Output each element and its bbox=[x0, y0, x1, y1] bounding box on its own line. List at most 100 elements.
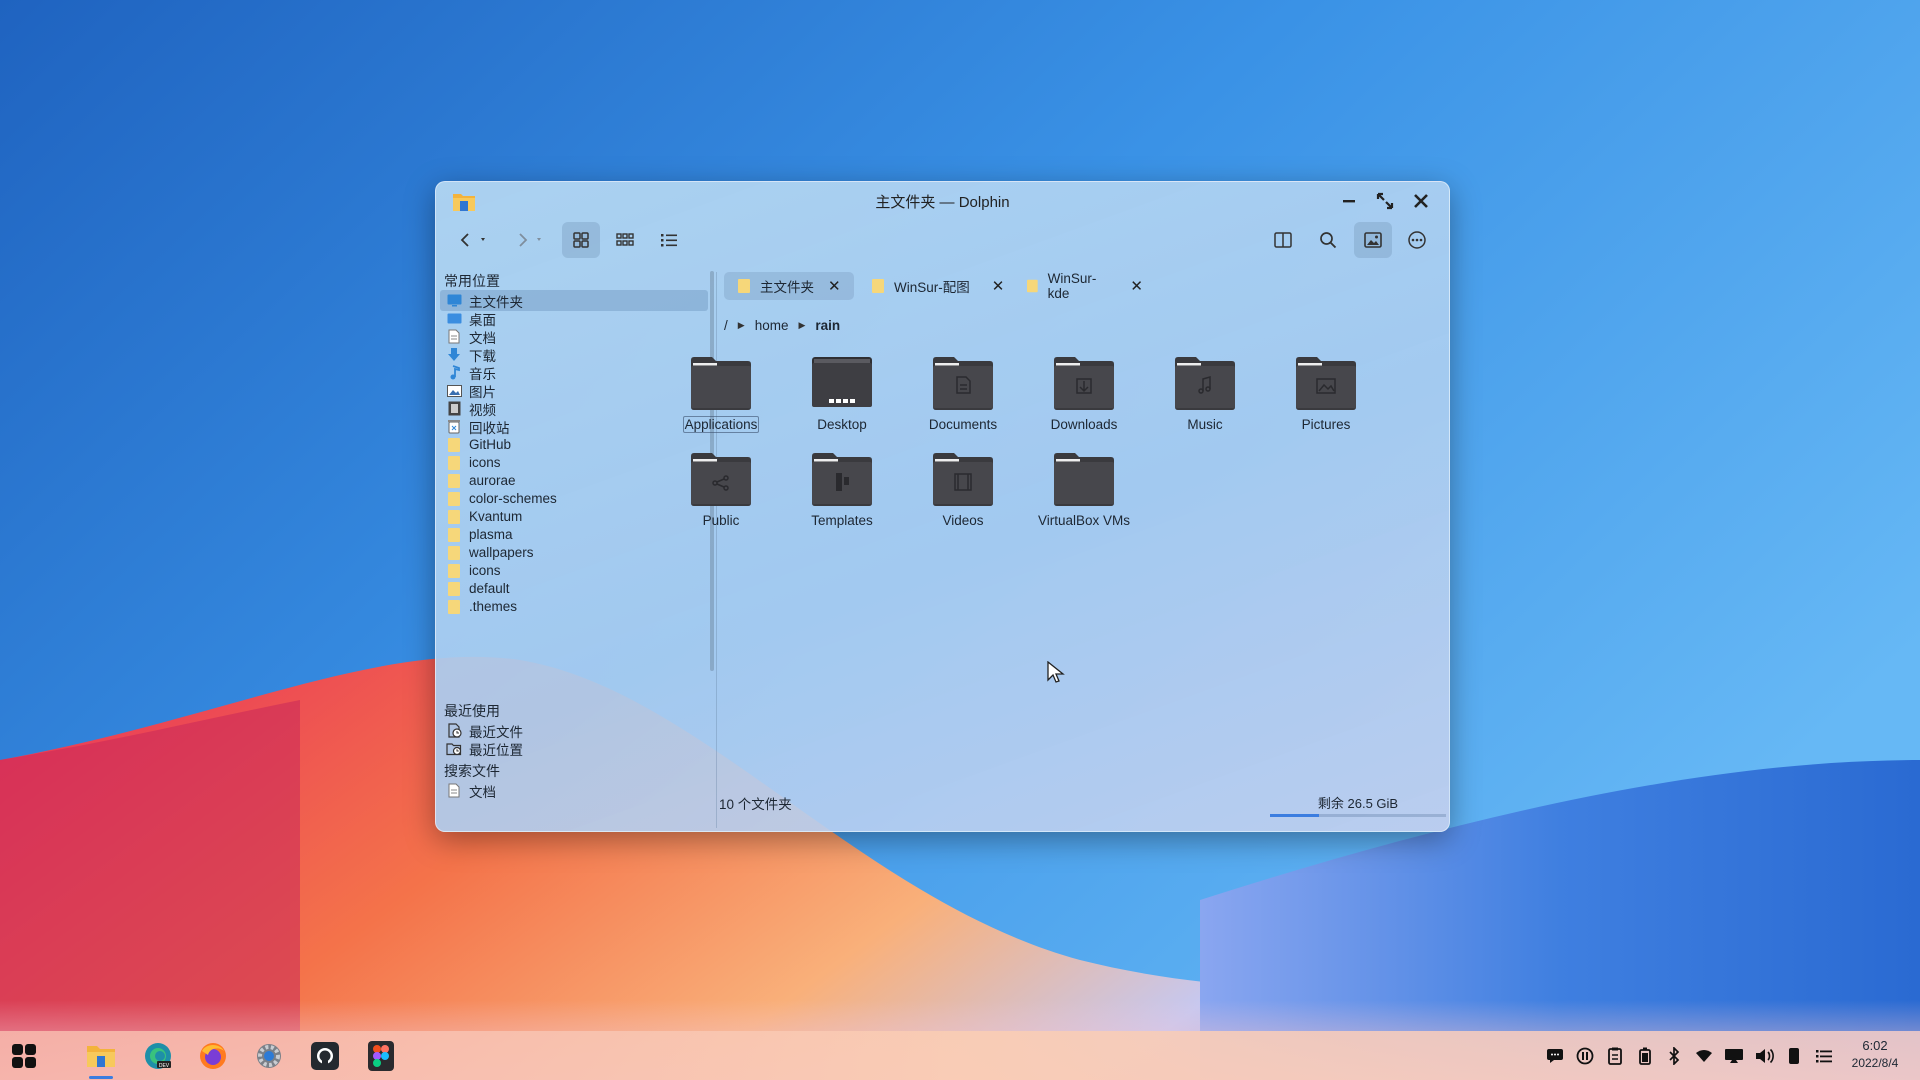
sidebar-item-label: plasma bbox=[469, 527, 513, 542]
video-icon bbox=[446, 401, 462, 417]
active-app-indicator bbox=[89, 1076, 113, 1079]
phone-icon bbox=[1789, 1048, 1799, 1064]
folder-icon bbox=[446, 599, 462, 615]
tray-wifi[interactable] bbox=[1694, 1046, 1714, 1066]
back-button[interactable] bbox=[450, 222, 498, 258]
taskbar-edge-dev[interactable]: DEV bbox=[141, 1039, 175, 1073]
split-view-icon bbox=[1274, 232, 1292, 248]
tray-clipboard[interactable] bbox=[1605, 1046, 1625, 1066]
recent-files-icon bbox=[446, 723, 462, 739]
compact-view-button[interactable] bbox=[606, 222, 644, 258]
tab-close-icon[interactable]: ✕ bbox=[828, 277, 841, 295]
close-button[interactable] bbox=[1408, 188, 1434, 214]
preview-button[interactable] bbox=[1354, 222, 1392, 258]
details-view-button[interactable] bbox=[650, 222, 688, 258]
folder-icon bbox=[812, 453, 872, 506]
free-space-indicator[interactable]: 剩余 26.5 GiB bbox=[1270, 793, 1446, 817]
clock[interactable]: 6:02 2022/8/4 bbox=[1840, 1038, 1910, 1070]
folder-icon bbox=[1175, 357, 1235, 410]
search-icon bbox=[1320, 232, 1337, 249]
folder-name-text: Templates bbox=[811, 513, 873, 528]
more-options-button[interactable] bbox=[1398, 222, 1436, 258]
taskbar-settings[interactable] bbox=[252, 1039, 286, 1073]
sidebar-item-label: icons bbox=[469, 563, 501, 578]
search-button[interactable] bbox=[1309, 222, 1347, 258]
breadcrumb-root[interactable]: / bbox=[724, 318, 728, 333]
github-icon bbox=[311, 1042, 339, 1070]
sidebar-item-label: color-schemes bbox=[469, 491, 557, 506]
folder-item[interactable]: Documents bbox=[908, 357, 1018, 443]
sidebar-item-label: aurorae bbox=[469, 473, 516, 488]
breadcrumb-separator-icon[interactable]: ▶ bbox=[798, 320, 805, 331]
tab-winsur-images[interactable]: WinSur-配图 ✕ bbox=[858, 272, 1008, 300]
folder-name: Pictures bbox=[1271, 417, 1381, 432]
firefox-icon bbox=[200, 1043, 226, 1069]
folder-item[interactable]: Templates bbox=[787, 453, 897, 539]
breadcrumb-separator-icon[interactable]: ▶ bbox=[738, 320, 745, 331]
clock-time: 6:02 bbox=[1862, 1038, 1888, 1053]
sidebar-item-label: default bbox=[469, 581, 510, 596]
folder-item[interactable]: Applications bbox=[666, 357, 776, 443]
folder-item[interactable]: Downloads bbox=[1029, 357, 1139, 443]
taskbar: DEV 6:02 2022/8/4 bbox=[0, 1031, 1920, 1080]
folder-name: Documents bbox=[908, 417, 1018, 432]
folder-icon bbox=[1027, 279, 1038, 293]
tray-bluetooth[interactable] bbox=[1664, 1046, 1684, 1066]
maximize-button[interactable] bbox=[1372, 188, 1398, 214]
image-preview-icon bbox=[1364, 232, 1382, 248]
start-menu-button[interactable] bbox=[7, 1039, 41, 1073]
tray-media[interactable] bbox=[1575, 1046, 1595, 1066]
folder-item[interactable]: Music bbox=[1150, 357, 1260, 443]
close-icon bbox=[1414, 194, 1428, 208]
tray-volume[interactable] bbox=[1754, 1046, 1774, 1066]
tray-display[interactable] bbox=[1724, 1046, 1744, 1066]
details-view-icon bbox=[661, 234, 677, 247]
tab-close-icon[interactable]: ✕ bbox=[992, 277, 1005, 295]
title-bar[interactable]: 主文件夹 — Dolphin bbox=[436, 182, 1449, 218]
folder-name: Music bbox=[1150, 417, 1260, 432]
folder-icon bbox=[446, 437, 462, 453]
more-options-icon bbox=[1408, 231, 1426, 249]
tray-notifications[interactable] bbox=[1814, 1046, 1834, 1066]
sidebar-item[interactable]: .themes bbox=[440, 596, 708, 617]
tab-bar: 主文件夹 ✕ WinSur-配图 ✕ WinSur-kde ✕ bbox=[718, 271, 1448, 301]
taskbar-figma[interactable] bbox=[364, 1039, 398, 1073]
start-menu-icon bbox=[12, 1044, 36, 1068]
folder-count: 10 个文件夹 bbox=[719, 797, 792, 812]
folder-icon bbox=[446, 473, 462, 489]
tab-close-icon[interactable]: ✕ bbox=[1130, 277, 1143, 295]
folder-name-text: VirtualBox VMs bbox=[1037, 513, 1131, 528]
minimize-button[interactable] bbox=[1336, 188, 1362, 214]
tab-home[interactable]: 主文件夹 ✕ bbox=[724, 272, 854, 300]
tray-battery[interactable] bbox=[1635, 1046, 1655, 1066]
sidebar-item[interactable]: 文档 bbox=[440, 780, 708, 801]
taskbar-github[interactable] bbox=[308, 1039, 342, 1073]
icons-view-icon bbox=[573, 232, 589, 248]
edge-dev-icon: DEV bbox=[145, 1043, 171, 1069]
panel-divider[interactable] bbox=[716, 272, 717, 828]
breadcrumb-home[interactable]: home bbox=[755, 318, 789, 333]
taskbar-file-manager[interactable] bbox=[84, 1039, 118, 1073]
search-heading: 搜索文件 bbox=[444, 763, 500, 779]
tray-chat[interactable] bbox=[1545, 1046, 1565, 1066]
tab-winsur-kde[interactable]: WinSur-kde ✕ bbox=[1013, 271, 1143, 301]
forward-button[interactable] bbox=[506, 222, 554, 258]
breadcrumb-current[interactable]: rain bbox=[815, 318, 840, 333]
figma-icon bbox=[368, 1041, 394, 1071]
folder-icon bbox=[691, 357, 751, 410]
tray-phone[interactable] bbox=[1784, 1046, 1804, 1066]
folder-icon bbox=[738, 279, 750, 293]
chat-icon bbox=[1547, 1049, 1563, 1063]
tab-label: WinSur-kde bbox=[1047, 271, 1097, 301]
folder-item[interactable]: VirtualBox VMs bbox=[1029, 453, 1139, 539]
icons-view-button[interactable] bbox=[562, 222, 600, 258]
folder-item[interactable]: Public bbox=[666, 453, 776, 539]
taskbar-firefox[interactable] bbox=[196, 1039, 230, 1073]
folder-item[interactable]: Desktop bbox=[787, 357, 897, 443]
folder-item[interactable]: Pictures bbox=[1271, 357, 1381, 443]
split-view-button[interactable] bbox=[1264, 222, 1302, 258]
sidebar-item[interactable]: 最近位置 bbox=[440, 738, 708, 759]
folder-icon bbox=[812, 357, 872, 407]
sidebar-item-label: Kvantum bbox=[469, 509, 523, 524]
folder-item[interactable]: Videos bbox=[908, 453, 1018, 539]
